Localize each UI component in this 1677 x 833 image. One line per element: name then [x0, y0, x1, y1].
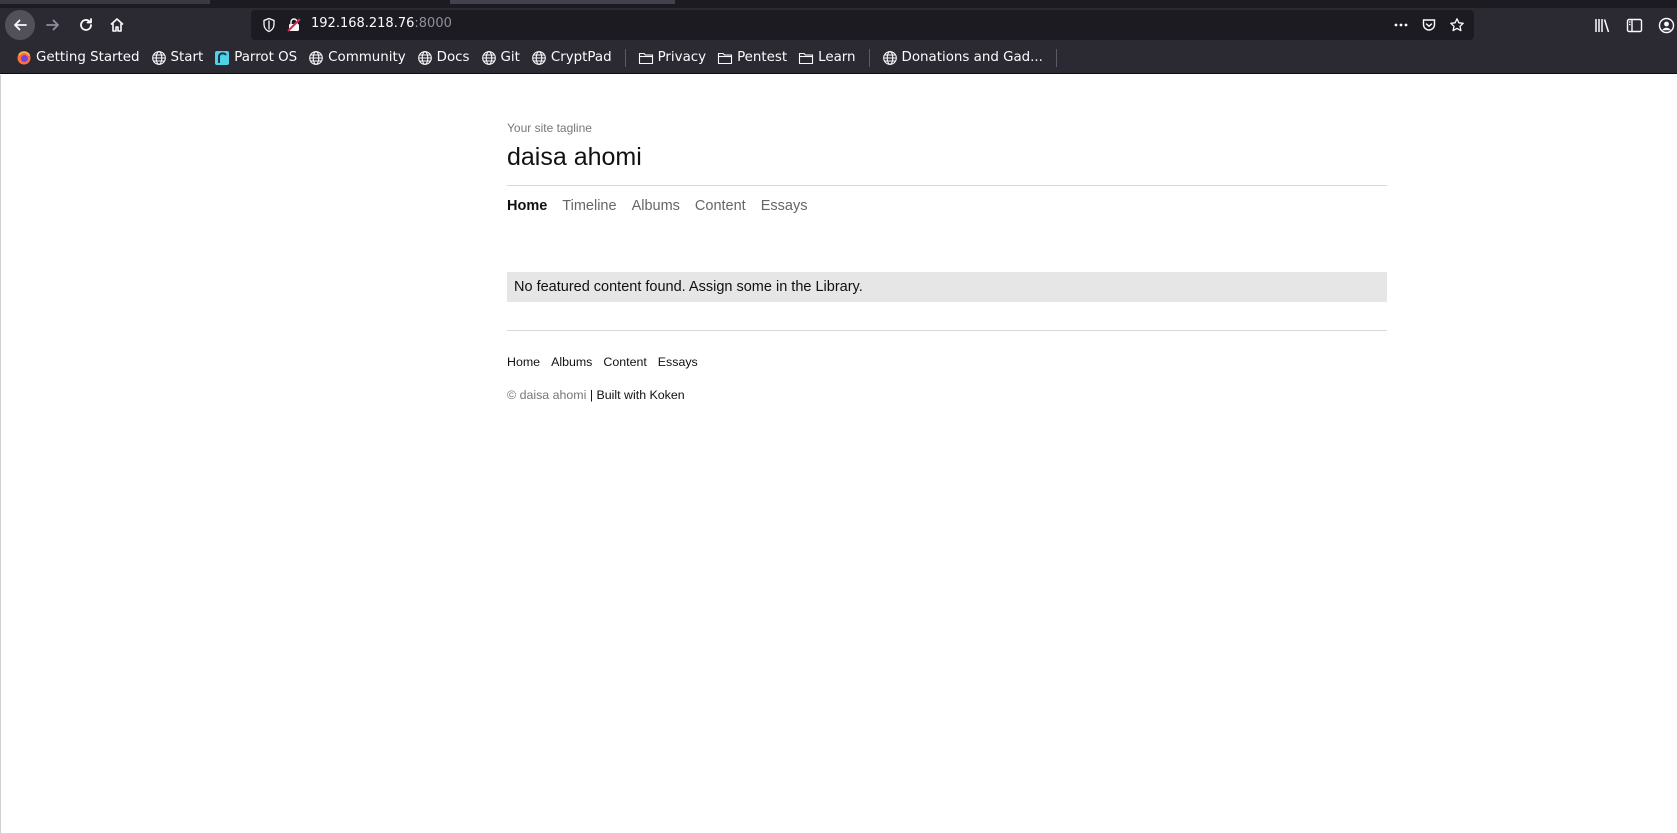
site-title[interactable]: daisa ahomi: [507, 143, 642, 172]
globe-icon: [309, 50, 324, 65]
bookmark-label: Pentest: [737, 50, 788, 65]
web-page: Your site tagline daisa ahomi Home Timel…: [0, 75, 1677, 833]
globe-icon: [151, 50, 166, 65]
nav-link-albums[interactable]: Albums: [632, 198, 680, 214]
bookmark-separator: [624, 48, 626, 67]
url-host: 192.168.218.76: [311, 16, 415, 31]
url-bar[interactable]: 192.168.218.76:8000: [251, 10, 1474, 40]
main-nav: Home Timeline Albums Content Essays: [507, 198, 807, 214]
pocket-button[interactable]: [1420, 16, 1438, 34]
footer-link-home[interactable]: Home: [507, 355, 540, 369]
bookmark-label: Learn: [818, 50, 856, 65]
bookmark-label: Parrot OS: [234, 50, 298, 65]
site-tagline: Your site tagline: [507, 121, 592, 135]
bookmark-separator: [1055, 48, 1057, 67]
account-icon: [1658, 17, 1674, 33]
globe-icon: [417, 50, 432, 65]
sidebar-button[interactable]: [1625, 16, 1643, 34]
pocket-icon: [1422, 19, 1436, 31]
footer-link-content[interactable]: Content: [603, 355, 646, 369]
globe-icon: [481, 50, 496, 65]
insecure-lock-icon[interactable]: [286, 17, 302, 33]
page-actions-button[interactable]: [1392, 16, 1410, 34]
url-text[interactable]: 192.168.218.76:8000: [311, 16, 452, 31]
copyright-line: © daisa ahomi | Built with Koken: [507, 388, 685, 402]
star-icon: [1450, 18, 1464, 32]
bookmark-community[interactable]: Community: [304, 46, 410, 70]
tab-active[interactable]: [450, 0, 675, 4]
bookmark-git[interactable]: Git: [477, 46, 524, 70]
folder-icon: [799, 52, 814, 64]
nav-link-content[interactable]: Content: [695, 198, 746, 214]
account-button[interactable]: [1657, 16, 1675, 34]
toolbar-right: [1593, 10, 1677, 40]
nav-link-timeline[interactable]: Timeline: [562, 198, 616, 214]
nav-link-home[interactable]: Home: [507, 198, 547, 214]
tracking-shield-icon[interactable]: [261, 17, 277, 33]
built-with-koken-link[interactable]: Built with Koken: [597, 388, 685, 402]
url-port: :8000: [414, 16, 452, 31]
tab-strip: [0, 0, 1677, 8]
bookmark-start[interactable]: Start: [147, 46, 208, 70]
reload-button[interactable]: [71, 10, 101, 40]
forward-button[interactable]: [38, 10, 68, 40]
sidebar-icon: [1626, 18, 1642, 32]
bookmark-cryptpad[interactable]: CryptPad: [527, 46, 616, 70]
bookmark-donations[interactable]: Donations and Gad...: [878, 46, 1047, 70]
reload-icon: [80, 18, 92, 31]
footer-link-essays[interactable]: Essays: [658, 355, 698, 369]
header-divider: [507, 185, 1387, 186]
home-button[interactable]: [102, 10, 132, 40]
footer-link-albums[interactable]: Albums: [551, 355, 592, 369]
bookmark-label: Docs: [436, 50, 470, 65]
bookmark-label: Start: [170, 50, 204, 65]
footer-nav: Home Albums Content Essays: [507, 355, 698, 369]
url-actions: [1392, 16, 1466, 34]
firefox-icon: [17, 50, 31, 64]
bookmark-label: Getting Started: [36, 50, 140, 65]
featured-content-notice: No featured content found. Assign some i…: [507, 272, 1387, 302]
bookmark-label: Donations and Gad...: [901, 50, 1043, 65]
ellipsis-icon: [1394, 23, 1408, 27]
navigation-toolbar: 192.168.218.76:8000: [0, 8, 1677, 42]
bookmark-label: Privacy: [657, 50, 707, 65]
parrot-icon: [215, 50, 230, 65]
arrow-right-icon: [46, 19, 59, 31]
copyright-separator: |: [586, 388, 597, 402]
bookmark-parrot-os[interactable]: Parrot OS: [210, 46, 301, 70]
globe-icon: [532, 50, 546, 65]
folder-icon: [638, 52, 653, 64]
library-button[interactable]: [1593, 16, 1611, 34]
bookmark-star-button[interactable]: [1448, 16, 1466, 34]
arrow-left-icon: [14, 19, 27, 31]
bookmark-label: Community: [328, 50, 406, 65]
globe-icon: [882, 50, 897, 65]
back-button[interactable]: [5, 10, 35, 40]
bookmark-separator: [868, 48, 870, 67]
library-icon: [1594, 18, 1609, 32]
folder-icon: [718, 52, 733, 64]
footer-divider: [507, 330, 1387, 331]
bookmark-getting-started[interactable]: Getting Started: [12, 46, 144, 70]
bookmark-docs[interactable]: Docs: [413, 46, 474, 70]
bookmark-label: CryptPad: [550, 50, 612, 65]
nav-link-essays[interactable]: Essays: [761, 198, 808, 214]
bookmarks-toolbar: Getting Started Start Parrot OS Communit…: [0, 42, 1677, 74]
bookmark-folder-privacy[interactable]: Privacy: [634, 46, 710, 70]
home-icon: [110, 18, 124, 32]
bookmark-label: Git: [500, 50, 520, 65]
tab-inactive[interactable]: [0, 0, 210, 4]
bookmark-folder-learn[interactable]: Learn: [794, 46, 859, 70]
bookmark-folder-pentest[interactable]: Pentest: [713, 46, 791, 70]
copyright-owner: © daisa ahomi: [507, 388, 587, 402]
